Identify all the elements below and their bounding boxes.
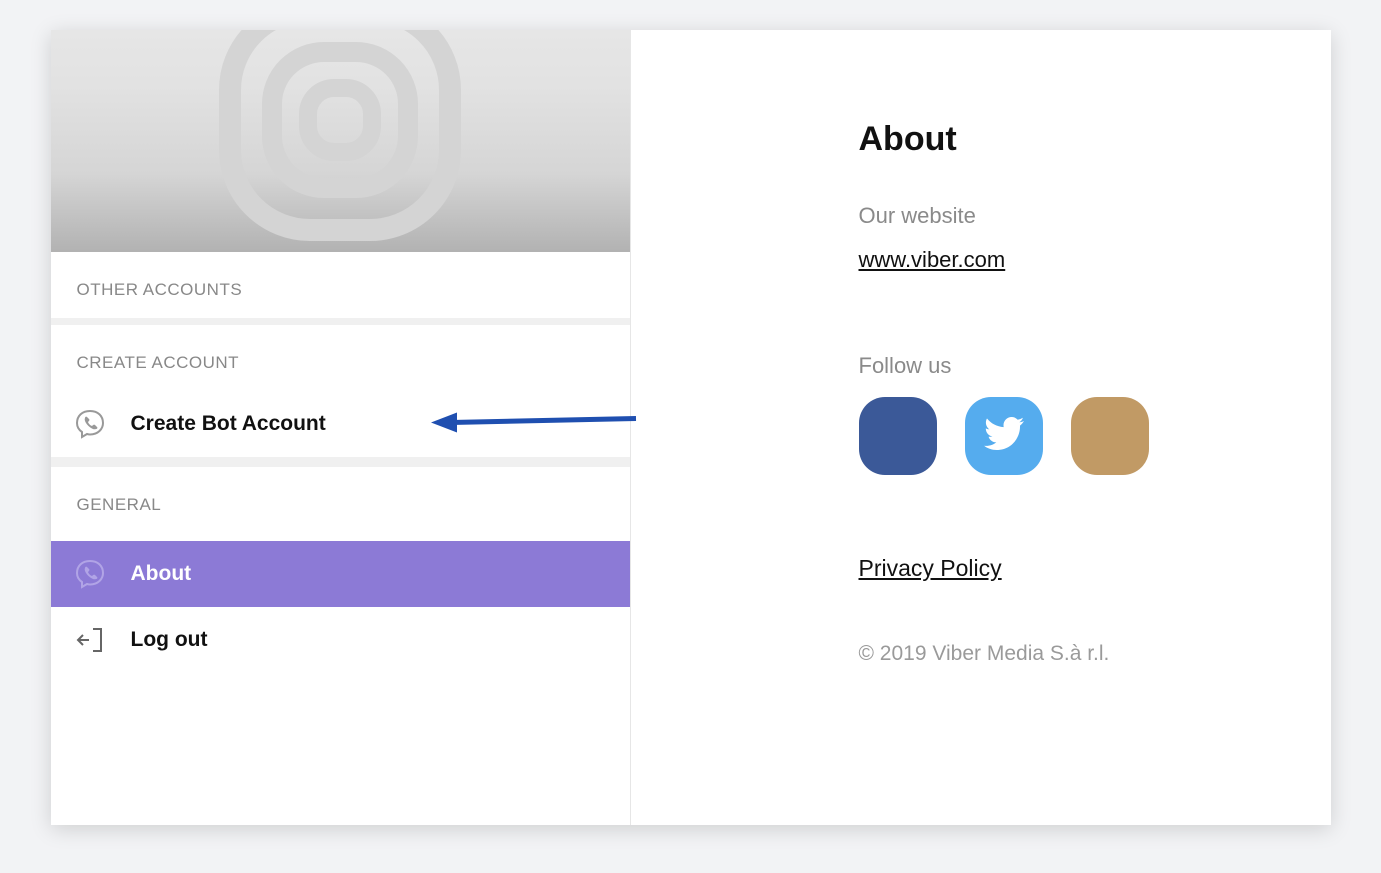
menu-item-label: About [131, 562, 192, 586]
social-row [859, 397, 1331, 475]
copyright-text: © 2019 Viber Media S.à r.l. [859, 642, 1331, 666]
privacy-policy-link[interactable]: Privacy Policy [859, 555, 1002, 582]
section-title: OTHER ACCOUNTS [77, 280, 243, 299]
twitter-icon [984, 417, 1024, 456]
page-title: About [859, 120, 1331, 159]
app-window: OTHER ACCOUNTS CREATE ACCOUNT Create Bot… [51, 30, 1331, 825]
sidebar-item-logout[interactable]: Log out [51, 607, 630, 673]
instagram-button[interactable] [1071, 397, 1149, 475]
viber-icon [73, 557, 107, 591]
sidebar-item-create-bot-account[interactable]: Create Bot Account [51, 391, 630, 457]
profile-banner [51, 30, 630, 252]
website-link[interactable]: www.viber.com [859, 247, 1006, 273]
menu-item-label: Log out [131, 628, 208, 652]
annotation-arrow-icon [431, 407, 641, 442]
menu-item-label: Create Bot Account [131, 412, 326, 436]
twitter-button[interactable] [965, 397, 1043, 475]
sidebar: OTHER ACCOUNTS CREATE ACCOUNT Create Bot… [51, 30, 631, 825]
website-label: Our website [859, 203, 1331, 229]
chat-bubble-icon [73, 407, 107, 441]
divider [51, 457, 630, 467]
section-title: GENERAL [77, 495, 162, 514]
content-panel: About Our website www.viber.com Follow u… [631, 30, 1331, 825]
brand-logo-icon [210, 30, 470, 252]
follow-label: Follow us [859, 353, 1331, 379]
section-header-create-account: CREATE ACCOUNT [51, 325, 630, 391]
section-title: CREATE ACCOUNT [77, 353, 240, 372]
section-header-general: GENERAL [51, 467, 630, 541]
facebook-button[interactable] [859, 397, 937, 475]
section-header-other-accounts: OTHER ACCOUNTS [51, 252, 630, 319]
logout-icon [73, 623, 107, 657]
sidebar-item-about[interactable]: About [51, 541, 630, 607]
